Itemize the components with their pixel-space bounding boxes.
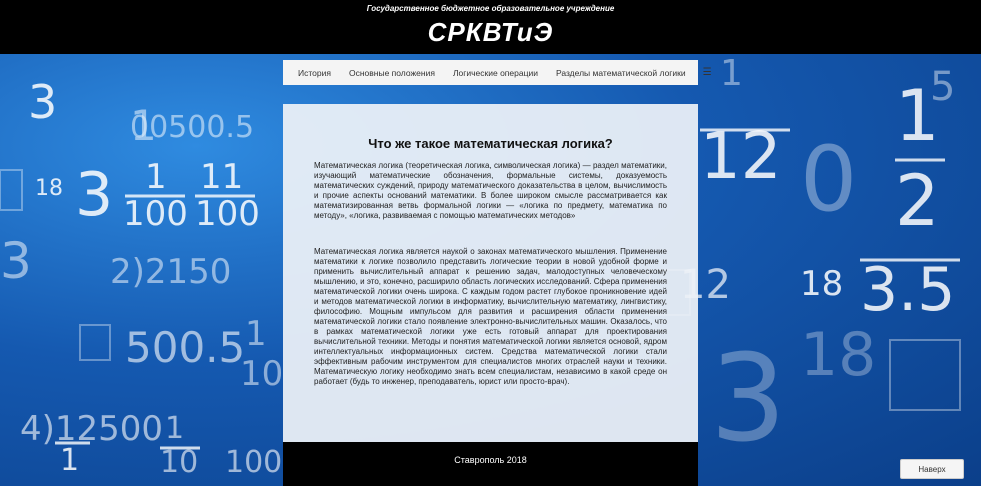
svg-text:2)2150: 2)2150 <box>110 252 231 292</box>
svg-text:100: 100 <box>195 194 260 234</box>
svg-text:18: 18 <box>35 176 63 201</box>
svg-text:100: 100 <box>225 445 282 480</box>
hamburger-icon[interactable]: ☰ <box>695 67 720 78</box>
svg-text:2: 2 <box>895 160 940 242</box>
svg-text:3: 3 <box>28 75 57 129</box>
svg-text:100: 100 <box>123 194 188 234</box>
nav-item-history[interactable]: История <box>283 68 340 78</box>
header-subtitle: Государственное бюджетное образовательно… <box>366 4 615 13</box>
nav-item-sections[interactable]: Разделы математической логики <box>547 68 695 78</box>
svg-text:10: 10 <box>160 445 198 480</box>
svg-text:11: 11 <box>200 157 243 197</box>
svg-text:1: 1 <box>145 157 167 197</box>
site-logo[interactable]: СРКВТиЭ <box>0 17 981 48</box>
svg-text:3: 3 <box>0 232 32 290</box>
back-to-top-button[interactable]: Наверх <box>900 459 964 479</box>
svg-text:1: 1 <box>245 314 267 354</box>
svg-text:0: 0 <box>800 127 857 232</box>
svg-text:1: 1 <box>720 53 743 94</box>
svg-text:10: 10 <box>240 354 283 394</box>
body-paragraph: Математическая логика является наукой о … <box>314 247 667 386</box>
svg-text:5: 5 <box>930 64 955 110</box>
svg-text:00500.5: 00500.5 <box>130 110 254 145</box>
footer-text: Ставрополь 2018 <box>454 455 527 465</box>
nav-item-basics[interactable]: Основные положения <box>340 68 444 78</box>
svg-text:1: 1 <box>60 443 79 478</box>
top-navigation: История Основные положения Логические оп… <box>283 60 712 85</box>
svg-text:3: 3 <box>710 330 786 469</box>
svg-text:18: 18 <box>800 264 843 304</box>
svg-text:3.5: 3.5 <box>860 255 955 325</box>
svg-text:18: 18 <box>800 320 876 390</box>
svg-text:500.5: 500.5 <box>125 323 245 372</box>
content-panel: Что же такое математическая логика? Мате… <box>283 104 698 442</box>
nav-item-logical-operations[interactable]: Логические операции <box>444 68 547 78</box>
svg-text:4)12500: 4)12500 <box>20 409 163 449</box>
page-title: Что же такое математическая логика? <box>368 136 613 151</box>
svg-text:1: 1 <box>165 411 184 446</box>
svg-text:3: 3 <box>75 160 113 230</box>
page-footer: Ставрополь 2018 <box>283 442 698 486</box>
intro-paragraph: Математическая логика (теоретическая лог… <box>314 161 667 220</box>
site-header: Государственное бюджетное образовательно… <box>0 0 981 54</box>
